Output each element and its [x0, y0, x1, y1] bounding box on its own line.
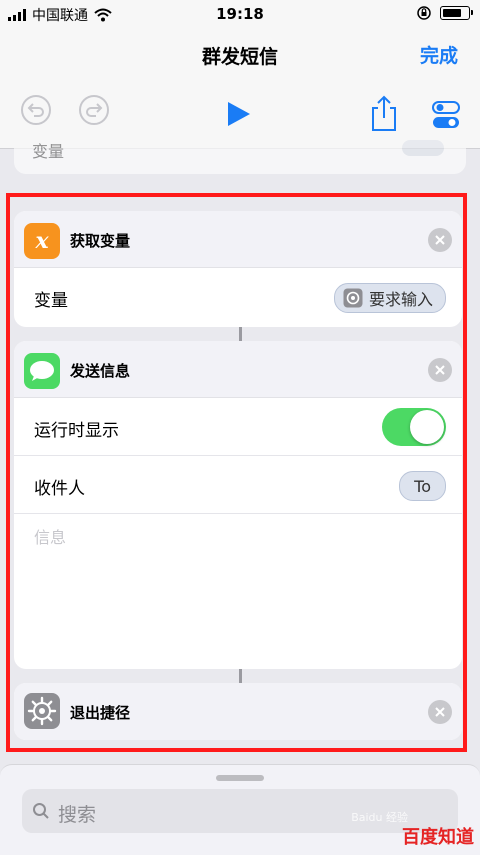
play-icon[interactable]: [226, 100, 252, 128]
status-time: 19:18: [216, 5, 264, 23]
toggle-knob: [410, 410, 444, 444]
card-title: 发送信息: [70, 362, 131, 380]
card-header: 退出捷径: [14, 683, 462, 740]
page-title: 群发短信: [201, 46, 278, 68]
exit-shortcut-card[interactable]: 退出捷径: [14, 683, 462, 740]
search-placeholder: 搜索: [58, 804, 97, 826]
search-icon: [33, 803, 49, 819]
editor-toolbar: [0, 80, 480, 149]
actions-sheet: 搜索 Baidu 经验 百度知道: [0, 764, 480, 855]
card-header: x 获取变量: [14, 211, 462, 268]
show-when-run-toggle[interactable]: [382, 408, 446, 446]
previous-card-token: [402, 140, 444, 156]
settings-toggle-icon[interactable]: [432, 100, 460, 130]
recipients-row: 收件人 To: [14, 456, 462, 514]
orientation-lock-icon: [417, 6, 431, 20]
card-title: 退出捷径: [70, 704, 131, 722]
flow-connector: [239, 669, 242, 683]
show-when-run-label: 运行时显示: [34, 421, 119, 441]
previous-action-card: 变量: [14, 140, 466, 174]
battery-icon: [440, 6, 473, 20]
message-placeholder: 信息: [34, 528, 67, 547]
variable-row: 变量 要求输入: [14, 268, 462, 325]
watermark-subtext: Baidu 经验: [351, 811, 408, 824]
messages-icon: [24, 353, 60, 389]
message-field[interactable]: 信息: [14, 514, 462, 669]
recipients-token[interactable]: To: [399, 471, 446, 501]
nav-bar: 群发短信 完成: [0, 28, 480, 80]
send-message-card[interactable]: 发送信息 运行时显示 收件人 To 信息: [14, 341, 462, 669]
sheet-grabber[interactable]: [216, 775, 264, 781]
status-bar: 中国联通 19:18: [0, 0, 480, 28]
share-icon[interactable]: [368, 94, 400, 132]
previous-card-label: 变量: [32, 142, 65, 161]
flow-connector: [239, 327, 242, 341]
done-button[interactable]: 完成: [420, 41, 458, 68]
close-icon[interactable]: [428, 700, 452, 724]
undo-icon[interactable]: [20, 94, 52, 126]
close-icon[interactable]: [428, 358, 452, 382]
show-when-run-row: 运行时显示: [14, 398, 462, 456]
watermark-logo: 百度知道: [402, 827, 474, 848]
settings-gear-icon: [24, 693, 60, 729]
card-header: 发送信息: [14, 341, 462, 398]
redo-icon[interactable]: [78, 94, 110, 126]
card-title: 获取变量: [70, 232, 131, 250]
ask-input-token[interactable]: 要求输入: [333, 283, 446, 313]
variable-icon: x: [24, 223, 60, 259]
recipients-label: 收件人: [34, 479, 85, 499]
variable-label: 变量: [34, 291, 68, 311]
get-variable-card[interactable]: x 获取变量 变量 要求输入: [14, 211, 462, 327]
close-icon[interactable]: [428, 228, 452, 252]
gear-icon: [343, 288, 363, 308]
